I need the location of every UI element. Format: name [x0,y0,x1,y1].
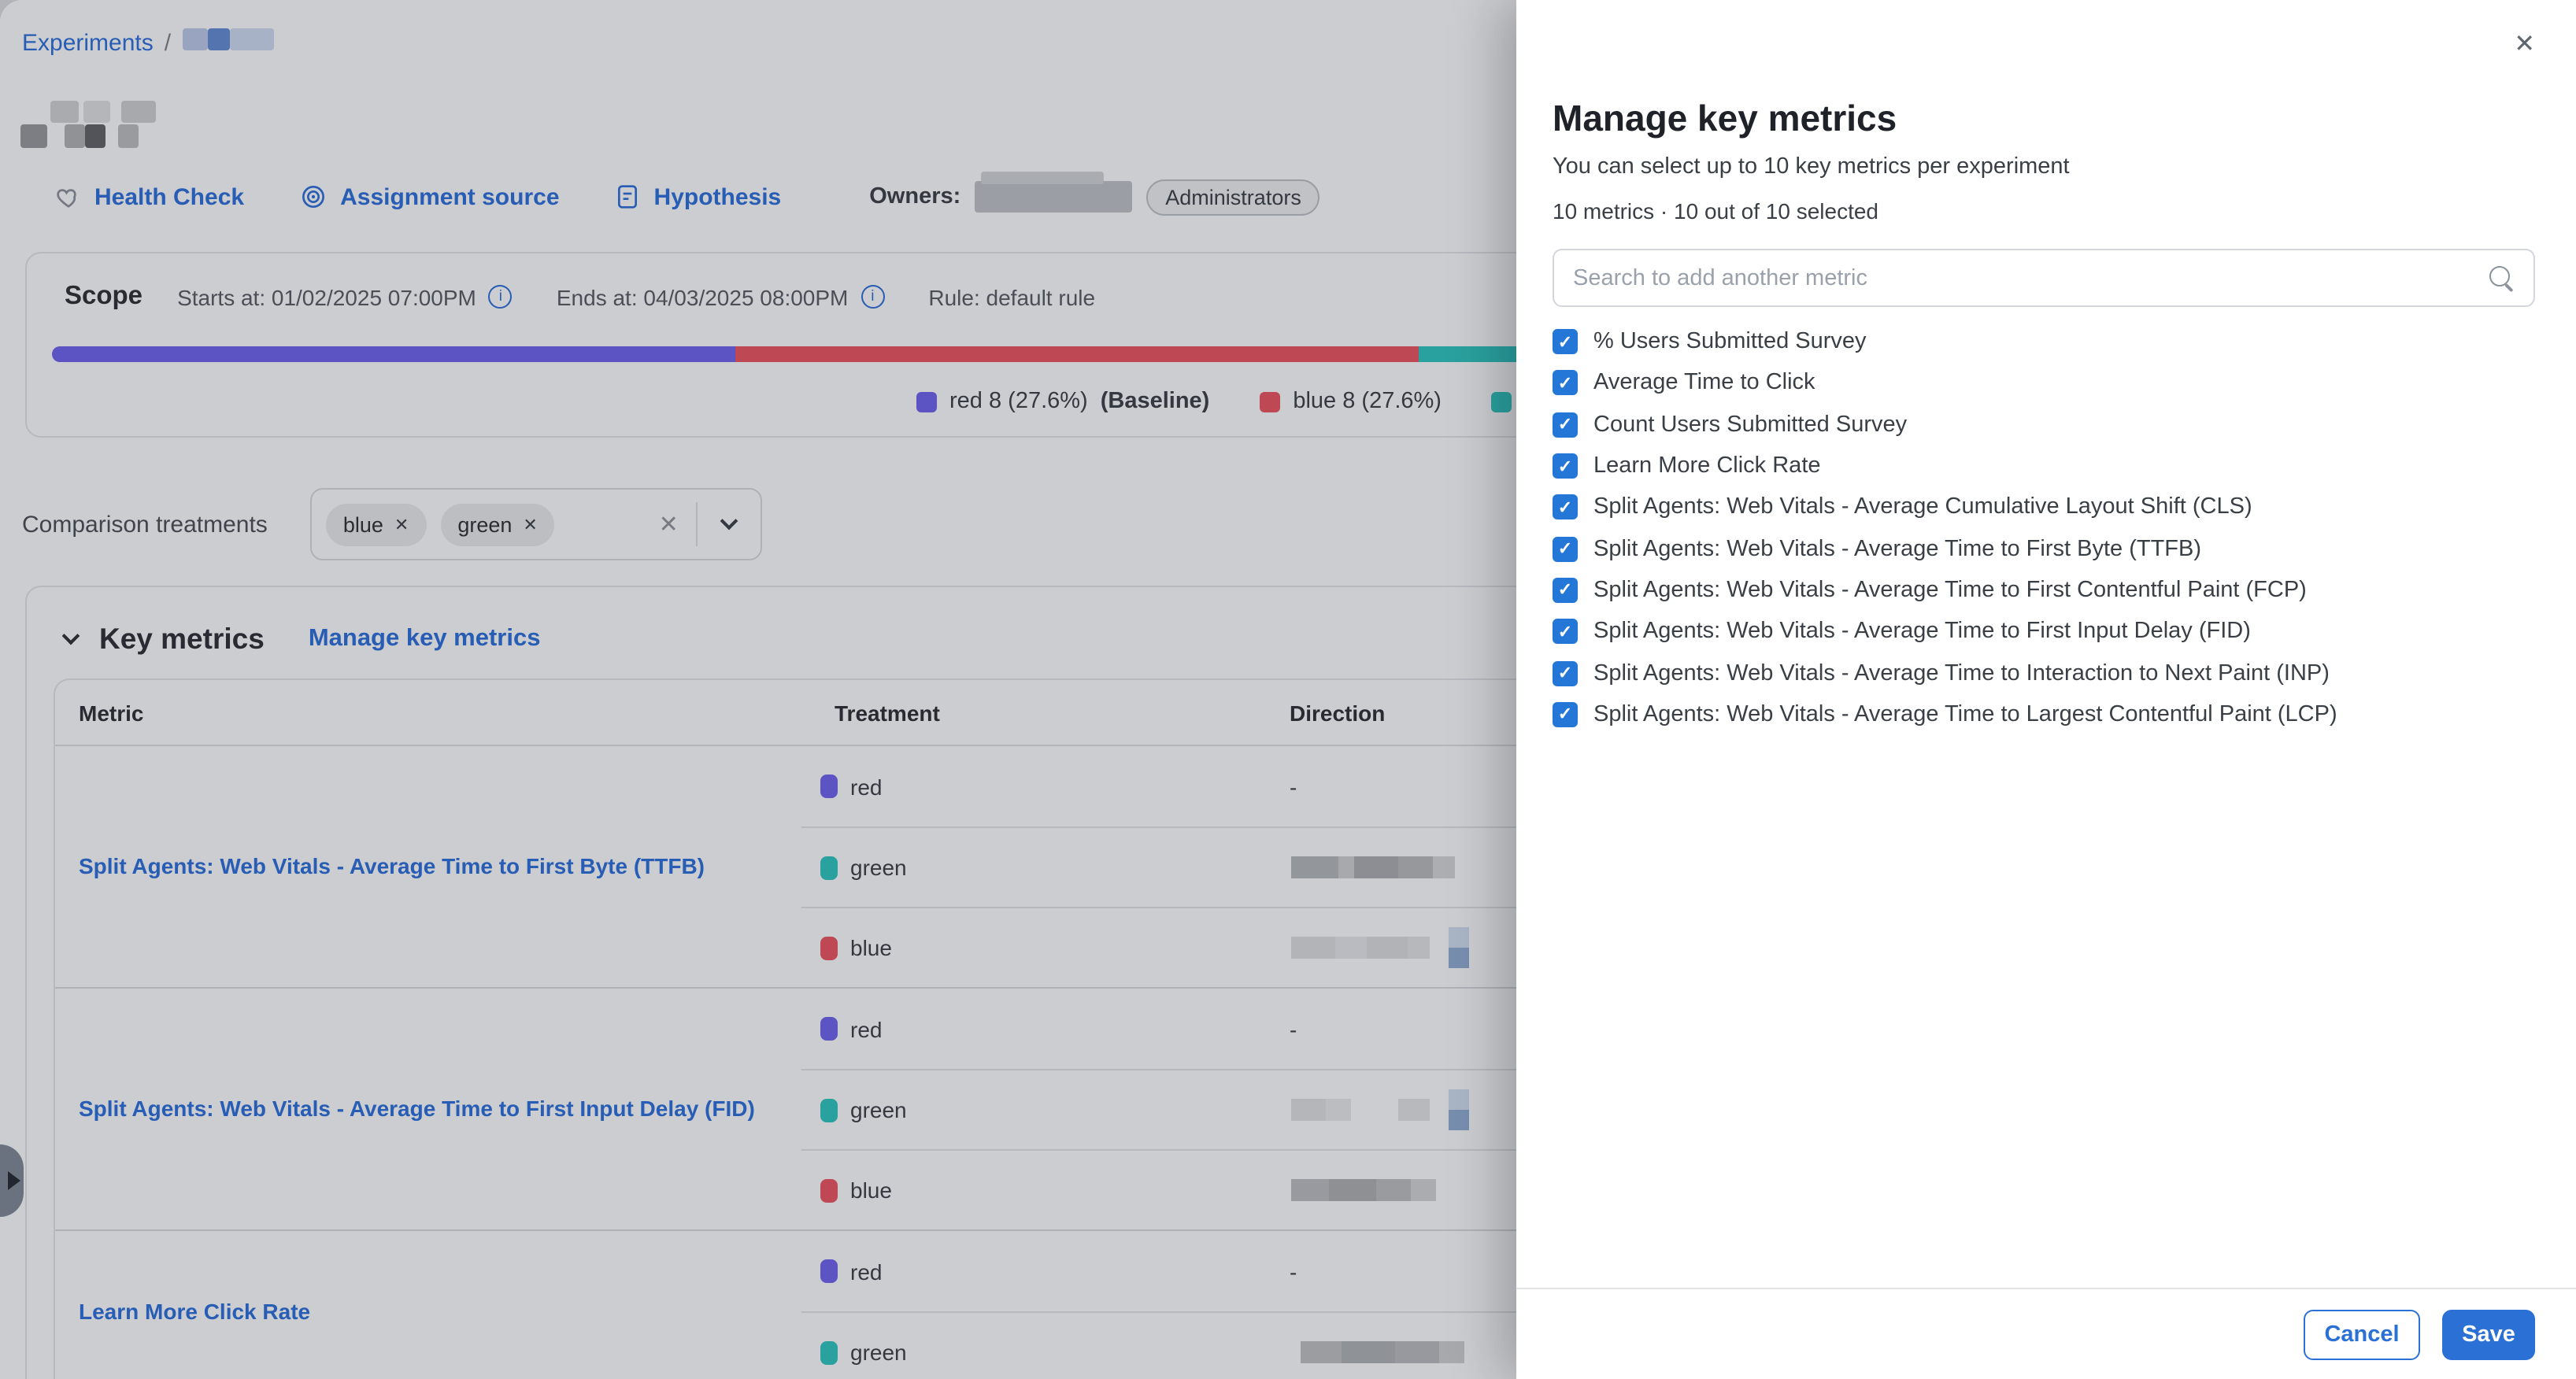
metric-option-label: Count Users Submitted Survey [1593,412,1907,437]
manage-key-metrics-panel: ✕ Manage key metrics You can select up t… [1516,0,2576,1379]
checkbox-checked[interactable]: ✓ [1553,702,1578,727]
metric-option-label: Average Time to Click [1593,371,1815,396]
metric-search-input[interactable] [1573,265,2488,290]
check-icon: ✓ [1558,538,1572,559]
checkbox-checked[interactable]: ✓ [1553,329,1578,354]
metric-option[interactable]: ✓ Average Time to Click [1553,363,2535,405]
metrics-count-status: 10 metrics · 10 out of 10 selected [1553,198,2535,224]
metric-option-label: Split Agents: Web Vitals - Average Time … [1593,536,2201,561]
metric-option[interactable]: ✓ Learn More Click Rate [1553,445,2535,487]
check-icon: ✓ [1558,663,1572,683]
check-icon: ✓ [1558,497,1572,518]
metric-option[interactable]: ✓ Split Agents: Web Vitals - Average Time… [1553,528,2535,570]
metric-option[interactable]: ✓ Split Agents: Web Vitals - Average Time… [1553,570,2535,612]
metric-option-label: Split Agents: Web Vitals - Average Time … [1593,578,2307,603]
close-icon[interactable]: ✕ [2514,28,2535,60]
check-icon: ✓ [1558,456,1572,476]
cancel-button[interactable]: Cancel [2304,1309,2420,1359]
metric-option[interactable]: ✓ Split Agents: Web Vitals - Average Time… [1553,693,2535,735]
checkbox-checked[interactable]: ✓ [1553,371,1578,396]
metric-option-label: Learn More Click Rate [1593,453,1821,479]
metric-option-label: Split Agents: Web Vitals - Average Time … [1593,660,2330,686]
metric-option[interactable]: ✓ Count Users Submitted Survey [1553,404,2535,445]
panel-footer: Cancel Save [1516,1288,2576,1379]
metric-option-label: % Users Submitted Survey [1593,329,1867,354]
check-icon: ✓ [1558,414,1572,434]
checkbox-checked[interactable]: ✓ [1553,412,1578,437]
check-icon: ✓ [1558,373,1572,394]
metric-option-label: Split Agents: Web Vitals - Average Time … [1593,702,2337,727]
panel-title: Manage key metrics [1553,98,2535,140]
metric-option-label: Split Agents: Web Vitals - Average Time … [1593,619,2251,644]
check-icon: ✓ [1558,621,1572,641]
metric-option[interactable]: ✓ Split Agents: Web Vitals - Average Time… [1553,611,2535,653]
panel-subtitle: You can select up to 10 key metrics per … [1553,154,2535,179]
checkbox-checked[interactable]: ✓ [1553,495,1578,520]
checkbox-checked[interactable]: ✓ [1553,536,1578,561]
check-icon: ✓ [1558,580,1572,601]
checkbox-checked[interactable]: ✓ [1553,453,1578,479]
search-icon[interactable] [2488,264,2515,291]
metric-option-label: Split Agents: Web Vitals - Average Cumul… [1593,495,2252,520]
checkbox-checked[interactable]: ✓ [1553,619,1578,644]
check-icon: ✓ [1558,704,1572,725]
checkbox-checked[interactable]: ✓ [1553,660,1578,686]
metric-search-box[interactable] [1553,249,2535,307]
screen: Experiments / Health Check Assignment so… [0,0,2576,1379]
metric-option[interactable]: ✓ Split Agents: Web Vitals - Average Time… [1553,653,2535,694]
metric-option[interactable]: ✓ Split Agents: Web Vitals - Average Cumu… [1553,486,2535,528]
metric-options-list: ✓ % Users Submitted Survey ✓ Average Time … [1553,321,2535,735]
checkbox-checked[interactable]: ✓ [1553,578,1578,603]
metric-option[interactable]: ✓ % Users Submitted Survey [1553,321,2535,363]
check-icon: ✓ [1558,331,1572,352]
save-button[interactable]: Save [2442,1309,2535,1359]
